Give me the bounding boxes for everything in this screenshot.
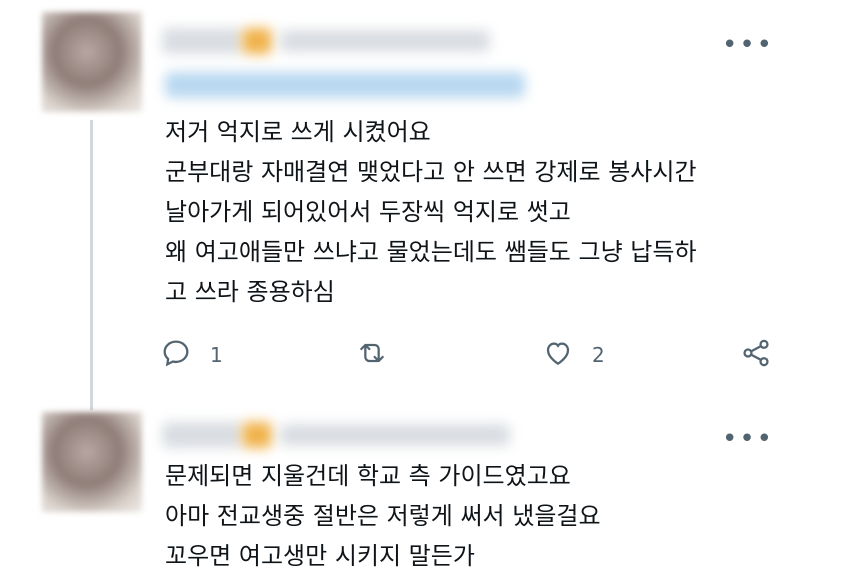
tweet-actions: 1 2 — [160, 335, 780, 375]
blurred-verified-badge — [242, 28, 272, 54]
tweet-text-line: 고 쓰라 종용하심 — [165, 278, 335, 306]
tweet-text: 저거 억지로 쓰게 시켰어요 군부대랑 자매결연 맺었다고 안 쓰면 강제로 봉… — [165, 112, 697, 312]
reply-count: 1 — [210, 343, 223, 367]
more-options-button[interactable]: ••• — [722, 426, 774, 452]
avatar[interactable] — [42, 412, 142, 512]
avatar[interactable] — [42, 12, 142, 112]
share-button[interactable] — [740, 335, 772, 375]
share-icon — [740, 337, 772, 374]
blurred-username — [280, 424, 510, 446]
blurred-display-name — [162, 28, 242, 54]
tweet-text-line: 날아가게 되어있어서 두장씩 억지로 썻고 — [165, 198, 571, 226]
retweet-icon — [356, 337, 388, 374]
blurred-replying-to — [165, 72, 525, 98]
tweet-text-line: 아마 전교생중 절반은 저렇게 써서 냈을걸요 — [165, 502, 601, 530]
blurred-verified-badge — [242, 422, 272, 448]
tweet-1: ••• 저거 억지로 쓰게 시켰어요 군부대랑 자매결연 맺었다고 안 쓰면 강… — [0, 0, 866, 410]
like-count: 2 — [592, 343, 605, 367]
tweet-text: 문제되면 지울건데 학교 측 가이드였고요 아마 전교생중 절반은 저렇게 써서… — [165, 456, 601, 576]
like-button[interactable]: 2 — [542, 335, 605, 375]
blurred-username — [280, 30, 490, 52]
retweet-button[interactable] — [356, 335, 406, 375]
tweet-text-line: 저거 억지로 쓰게 시켰어요 — [165, 118, 431, 146]
tweet-2: ••• 문제되면 지울건데 학교 측 가이드였고요 아마 전교생중 절반은 저렇… — [0, 410, 866, 588]
tweet-text-line: 군부대랑 자매결연 맺었다고 안 쓰면 강제로 봉사시간 — [165, 158, 697, 186]
blurred-display-name — [162, 422, 242, 448]
tweet-text-line: 꼬우면 여고생만 시키지 말든가 — [165, 542, 475, 570]
tweet-text-line: 왜 여고애들만 쓰냐고 물었는데도 쌤들도 그냥 납득하 — [165, 238, 697, 266]
reply-button[interactable]: 1 — [160, 335, 223, 375]
heart-icon — [542, 337, 574, 374]
reply-icon — [160, 337, 192, 374]
more-options-button[interactable]: ••• — [722, 32, 774, 58]
tweet-text-line: 문제되면 지울건데 학교 측 가이드였고요 — [165, 462, 571, 490]
thread-line — [90, 120, 93, 410]
